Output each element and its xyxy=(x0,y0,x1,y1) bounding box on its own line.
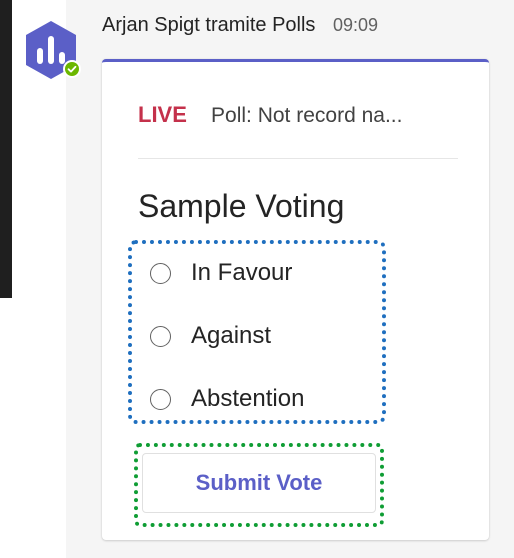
poll-option-abstention[interactable]: Abstention xyxy=(150,385,304,413)
radio-button[interactable] xyxy=(150,325,171,347)
poll-option-in-favour[interactable]: In Favour xyxy=(150,259,292,287)
poll-title: Sample Voting xyxy=(138,188,345,224)
sender-name[interactable]: Arjan Spigt tramite Polls xyxy=(102,14,315,36)
divider xyxy=(138,158,458,159)
radio-button[interactable] xyxy=(150,388,171,410)
poll-card: LIVE Poll: Not record na... Sample Votin… xyxy=(102,59,489,540)
message-timestamp: 09:09 xyxy=(332,15,379,35)
avatar[interactable] xyxy=(20,19,82,81)
presence-available-icon xyxy=(63,60,81,78)
background-panel xyxy=(0,0,12,298)
message-header: Arjan Spigt tramite Polls 09:09 xyxy=(102,14,378,37)
submit-highlight: Submit Vote xyxy=(134,443,384,527)
radio-button[interactable] xyxy=(150,262,171,284)
poll-option-label: Abstention xyxy=(191,385,305,412)
poll-status-row: LIVE Poll: Not record na... xyxy=(138,102,402,128)
polls-app-icon xyxy=(26,21,81,79)
poll-option-label: In Favour xyxy=(191,259,293,286)
poll-option-label: Against xyxy=(191,322,272,349)
submit-vote-button[interactable]: Submit Vote xyxy=(142,453,376,513)
poll-status-text: Poll: Not record na... xyxy=(211,104,403,127)
live-badge: LIVE xyxy=(138,102,187,127)
poll-option-against[interactable]: Against xyxy=(150,322,271,350)
poll-options-group: In Favour Against Abstention xyxy=(128,240,386,424)
